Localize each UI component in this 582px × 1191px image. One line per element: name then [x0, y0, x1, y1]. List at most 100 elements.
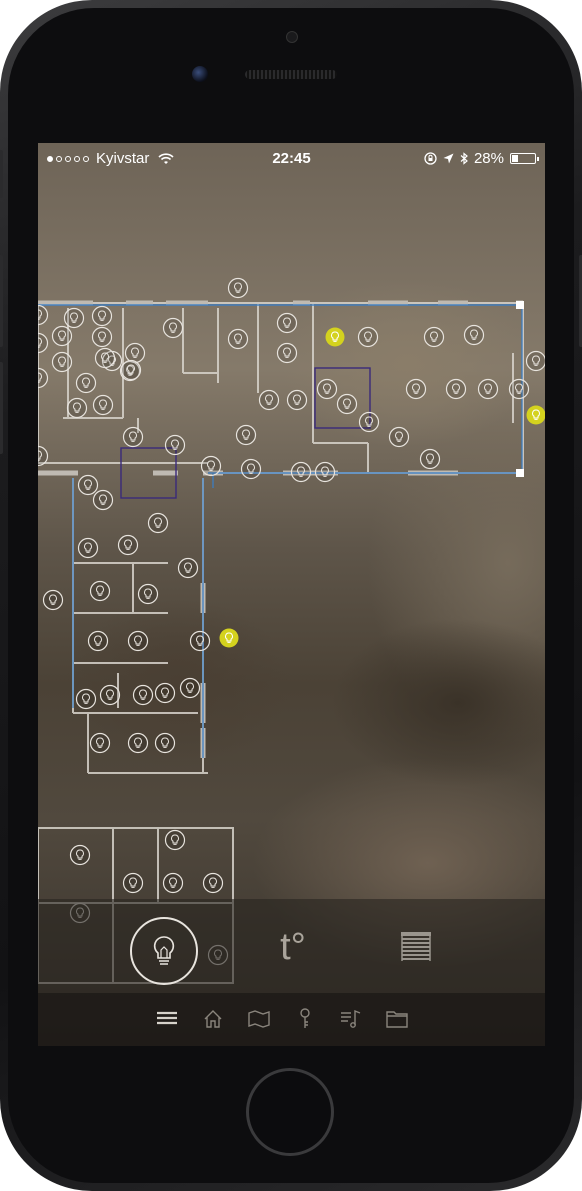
light-off-icon[interactable]	[137, 583, 159, 605]
status-bar: Kyivstar 22:45 28%	[38, 143, 545, 173]
menu-icon	[157, 1011, 177, 1025]
lighting-mode-button[interactable]	[130, 917, 198, 985]
light-off-icon[interactable]	[91, 305, 113, 327]
light-off-icon[interactable]	[92, 394, 114, 416]
light-off-icon[interactable]	[358, 411, 380, 433]
light-off-icon[interactable]	[75, 372, 97, 394]
light-off-icon[interactable]	[75, 688, 97, 710]
light-off-icon[interactable]	[154, 732, 176, 754]
light-off-icon[interactable]	[127, 630, 149, 652]
light-off-icon[interactable]	[445, 378, 467, 400]
light-off-icon[interactable]	[164, 434, 186, 456]
light-off-icon[interactable]	[477, 378, 499, 400]
blinds-mode-button[interactable]	[396, 927, 436, 967]
light-off-icon[interactable]	[147, 512, 169, 534]
orientation-lock-icon	[424, 152, 437, 165]
tab-menu[interactable]	[152, 1005, 182, 1033]
light-off-icon[interactable]	[87, 630, 109, 652]
light-off-icon[interactable]	[91, 326, 113, 348]
light-off-icon[interactable]	[336, 393, 358, 415]
light-off-icon[interactable]	[276, 312, 298, 334]
light-off-icon[interactable]	[89, 580, 111, 602]
volume-down-button	[0, 362, 3, 454]
light-off-icon[interactable]	[177, 557, 199, 579]
tab-folder[interactable]	[382, 1005, 412, 1033]
temperature-mode-button[interactable]: t°	[268, 919, 318, 975]
temperature-mode-label: t°	[280, 925, 306, 968]
light-off-icon[interactable]	[227, 328, 249, 350]
tab-music[interactable]	[336, 1005, 366, 1033]
light-off-icon[interactable]	[69, 844, 91, 866]
light-off-icon[interactable]	[127, 732, 149, 754]
light-off-icon[interactable]	[227, 277, 249, 299]
light-off-icon[interactable]	[202, 872, 224, 894]
light-off-icon[interactable]	[99, 684, 121, 706]
light-off-icon[interactable]	[258, 389, 280, 411]
light-off-icon[interactable]	[94, 347, 116, 369]
front-camera	[192, 66, 208, 82]
light-off-icon[interactable]	[276, 342, 298, 364]
light-off-icon[interactable]	[286, 389, 308, 411]
light-off-icon[interactable]	[92, 489, 114, 511]
light-on-icon[interactable]	[325, 327, 345, 347]
light-off-icon[interactable]	[357, 326, 379, 348]
light-off-icon[interactable]	[77, 537, 99, 559]
light-off-icon[interactable]	[388, 426, 410, 448]
light-off-icon[interactable]	[200, 455, 222, 477]
status-bar-right: 28%	[424, 150, 539, 167]
light-off-icon[interactable]	[405, 378, 427, 400]
phone-frame: Kyivstar 22:45 28% t°	[0, 0, 582, 1191]
light-off-icon[interactable]	[66, 397, 88, 419]
light-off-icon[interactable]	[154, 682, 176, 704]
folder-icon	[386, 1011, 408, 1028]
home-button[interactable]	[246, 1068, 334, 1156]
light-off-icon[interactable]	[525, 350, 546, 372]
mute-switch	[0, 150, 3, 198]
light-off-icon[interactable]	[38, 332, 49, 354]
light-off-icon[interactable]	[89, 732, 111, 754]
location-arrow-icon	[443, 153, 454, 164]
light-off-icon[interactable]	[162, 317, 184, 339]
light-off-icon[interactable]	[124, 342, 146, 364]
light-off-icon[interactable]	[122, 872, 144, 894]
light-off-icon[interactable]	[38, 367, 49, 389]
light-off-icon[interactable]	[42, 589, 64, 611]
light-off-icon[interactable]	[290, 461, 312, 483]
light-off-icon[interactable]	[120, 359, 142, 381]
light-off-icon[interactable]	[189, 630, 211, 652]
light-off-icon[interactable]	[240, 458, 262, 480]
map-icon	[248, 1010, 270, 1028]
light-off-icon[interactable]	[51, 325, 73, 347]
light-off-icon[interactable]	[63, 307, 85, 329]
light-off-icon[interactable]	[463, 324, 485, 346]
light-off-icon[interactable]	[117, 534, 139, 556]
light-off-icon[interactable]	[235, 424, 257, 446]
light-off-icon[interactable]	[164, 829, 186, 851]
light-off-icon[interactable]	[38, 304, 49, 326]
light-markers-layer	[38, 277, 546, 966]
home-icon	[204, 1010, 222, 1028]
light-off-icon[interactable]	[51, 351, 73, 373]
light-on-icon[interactable]	[526, 405, 546, 425]
blinds-icon	[401, 932, 431, 961]
light-on-icon[interactable]	[219, 628, 239, 648]
volume-up-button	[0, 255, 3, 347]
lightbulb-icon	[153, 936, 175, 965]
tab-home[interactable]	[198, 1005, 228, 1033]
light-off-icon[interactable]	[316, 378, 338, 400]
battery-fill	[512, 155, 518, 162]
tab-map[interactable]	[244, 1005, 274, 1033]
light-off-icon[interactable]	[419, 448, 441, 470]
earpiece-speaker	[245, 70, 337, 79]
light-off-icon[interactable]	[314, 461, 336, 483]
light-off-icon[interactable]	[77, 474, 99, 496]
music-icon	[341, 1009, 361, 1028]
light-off-icon[interactable]	[132, 684, 154, 706]
light-off-icon[interactable]	[508, 378, 530, 400]
tab-key[interactable]	[290, 1005, 320, 1033]
bluetooth-icon	[460, 152, 468, 165]
light-off-icon[interactable]	[122, 426, 144, 448]
light-off-icon[interactable]	[162, 872, 184, 894]
light-off-icon[interactable]	[423, 326, 445, 348]
light-off-icon[interactable]	[179, 677, 201, 699]
